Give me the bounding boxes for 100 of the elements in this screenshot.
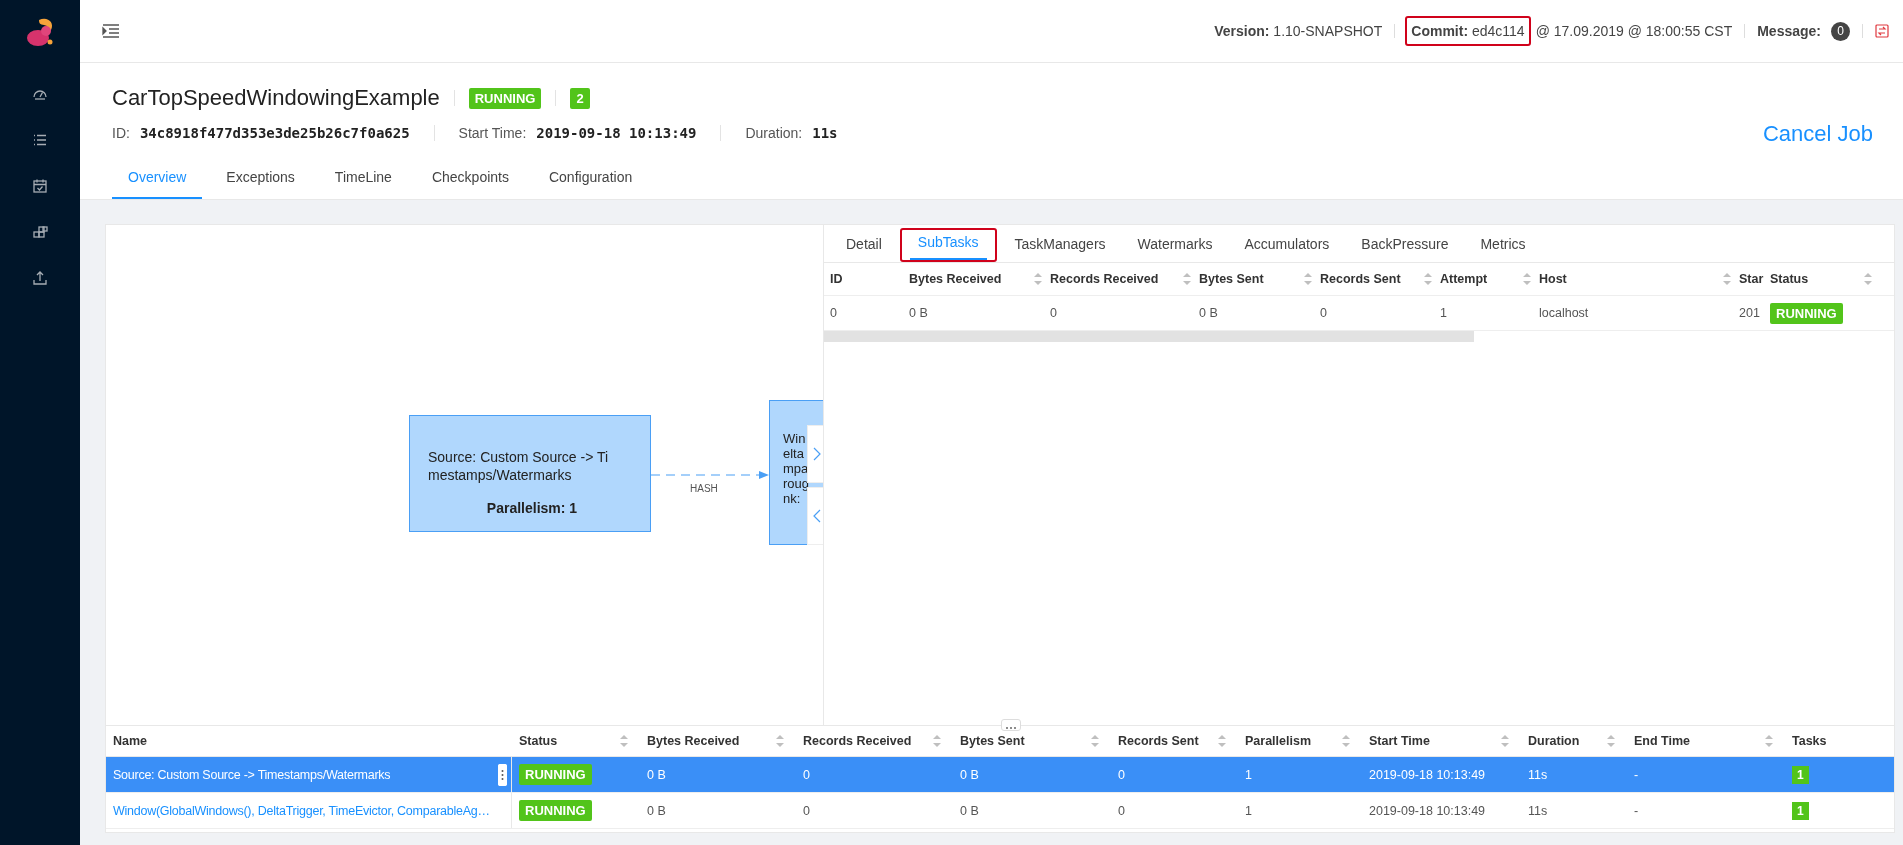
expand-button[interactable] <box>807 425 823 483</box>
status-badge: RUNNING <box>468 87 542 109</box>
table-cell: 0 B <box>909 306 928 320</box>
scrollbar[interactable] <box>824 331 1474 342</box>
commit-date: @ 17.09.2019 @ 18:00:55 CST <box>1534 23 1734 39</box>
status-badge: RUNNING <box>519 764 592 785</box>
tab[interactable]: Checkpoints <box>415 159 525 199</box>
list-icon[interactable] <box>32 132 48 148</box>
status-badge: RUNNING <box>519 800 592 821</box>
table-cell: 0 <box>1118 803 1125 818</box>
tab[interactable]: Detail <box>838 236 890 262</box>
column-header: Bytes Sent <box>1199 272 1264 286</box>
tab[interactable]: Configuration <box>532 159 649 199</box>
sort-icon[interactable] <box>776 735 784 747</box>
collapse-button[interactable] <box>807 487 823 545</box>
sort-icon[interactable] <box>1864 273 1872 285</box>
graph-node[interactable]: Source: Custom Source -> Ti mestamps/Watermarks Parallelism: 1 <box>409 415 651 532</box>
column-header: Duration <box>1528 734 1580 748</box>
chevron-right-icon <box>813 447 821 461</box>
column-header: Start Time <box>1369 734 1430 748</box>
tasks-badge: 1 <box>1792 765 1809 784</box>
message-count[interactable]: 0 <box>1831 21 1850 41</box>
table-cell: 2019-09-18 10:13:49 <box>1369 767 1486 782</box>
table-cell: 0 B <box>647 767 666 782</box>
sort-icon[interactable] <box>1218 735 1226 747</box>
node-name: Source: Custom Source -> Ti mestamps/Watermarks <box>428 448 610 484</box>
edge-label: HASH <box>690 483 718 494</box>
commit-info: Commit: ed4c114 <box>1411 23 1525 39</box>
table-cell: localhost <box>1539 306 1589 320</box>
column-header: Host <box>1539 272 1567 286</box>
column-header: Tasks <box>1792 734 1827 748</box>
table-cell: 0 <box>803 803 810 818</box>
sort-icon[interactable] <box>1424 273 1432 285</box>
table-cell: 201 <box>1739 306 1760 320</box>
table-cell: 1 <box>1440 306 1447 320</box>
resize-handle[interactable] <box>1001 719 1021 731</box>
table-cell: 0 B <box>1199 306 1218 320</box>
sort-icon[interactable] <box>620 735 628 747</box>
table-cell: - <box>1634 803 1639 818</box>
node-parallelism: Parallelism: 1 <box>485 500 579 516</box>
column-header: Records Received <box>803 734 912 748</box>
column-header: Bytes Received <box>909 272 1002 286</box>
tab[interactable]: TimeLine <box>318 159 408 199</box>
tab[interactable]: Watermarks <box>1129 236 1221 262</box>
column-header: Name <box>113 734 148 748</box>
calendar-check-icon[interactable] <box>32 178 48 194</box>
duration-label: Duration: <box>745 125 803 141</box>
column-header: Star <box>1739 272 1764 286</box>
column-header: Status <box>1770 272 1809 286</box>
menu-fold-icon[interactable] <box>102 23 120 39</box>
sort-icon[interactable] <box>1183 273 1191 285</box>
column-header: Status <box>519 734 558 748</box>
squirrel-logo[interactable] <box>25 16 55 48</box>
column-header: Attempt <box>1440 272 1488 286</box>
table-row[interactable]: Window(GlobalWindows(), DeltaTrigger, TimeEvictor, ComparableAg… RUNNING 0 B 0 0 B 0 1 2019-09-18 10:13:49 11s - 1 <box>106 793 1894 829</box>
table-cell: 0 <box>830 306 837 320</box>
sort-icon[interactable] <box>1523 273 1531 285</box>
sort-icon[interactable] <box>933 735 941 747</box>
start-time-label: Start Time: <box>458 125 527 141</box>
message-label: Message: <box>1757 23 1821 39</box>
table-cell: - <box>1634 767 1639 782</box>
table-cell: 0 <box>803 767 810 782</box>
cluster-icon[interactable] <box>32 224 48 240</box>
column-header: Records Sent <box>1320 272 1401 286</box>
sort-icon[interactable] <box>1342 735 1350 747</box>
chevron-left-icon <box>813 509 821 523</box>
column-header: Parallelism <box>1245 734 1311 748</box>
tasks-badge: 1 <box>1792 801 1809 820</box>
sort-icon[interactable] <box>1091 735 1099 747</box>
upload-icon[interactable] <box>32 270 48 286</box>
duration-value: 11s <box>812 125 838 141</box>
sort-icon[interactable] <box>1765 735 1773 747</box>
table-cell: 11s <box>1528 803 1548 818</box>
column-header: Bytes Sent <box>960 734 1025 748</box>
job-title: CarTopSpeedWindowingExample <box>112 85 440 111</box>
table-cell: 0 <box>1050 306 1057 320</box>
sort-icon[interactable] <box>1607 735 1615 747</box>
sort-icon[interactable] <box>1304 273 1312 285</box>
tab[interactable]: Exceptions <box>210 159 311 199</box>
column-header: Bytes Received <box>647 734 740 748</box>
table-cell: 0 <box>1118 767 1125 782</box>
status-badge: RUNNING <box>1770 302 1843 324</box>
sort-icon[interactable] <box>1034 273 1042 285</box>
tab[interactable]: Accumulators <box>1236 236 1338 262</box>
id-label: ID: <box>112 125 130 141</box>
tab[interactable]: TaskManagers <box>1006 236 1114 262</box>
sort-icon[interactable] <box>1723 273 1731 285</box>
tab[interactable]: Metrics <box>1472 236 1534 262</box>
job-id: 34c8918f477d353e3de25b26c7f0a625 <box>139 125 410 141</box>
column-header: Records Sent <box>1118 734 1199 748</box>
table-cell: 1 <box>1245 767 1252 782</box>
tab[interactable]: BackPressure <box>1353 236 1457 262</box>
table-cell: 0 B <box>647 803 666 818</box>
table-cell: 0 <box>1320 306 1327 320</box>
sort-icon[interactable] <box>1501 735 1509 747</box>
column-header: End Time <box>1634 734 1691 748</box>
version-info: Version: 1.10-SNAPSHOT <box>1213 23 1384 39</box>
table-cell: 1 <box>1245 803 1252 818</box>
drag-handle-icon[interactable] <box>498 763 507 786</box>
table-cell: 11s <box>1528 767 1548 782</box>
